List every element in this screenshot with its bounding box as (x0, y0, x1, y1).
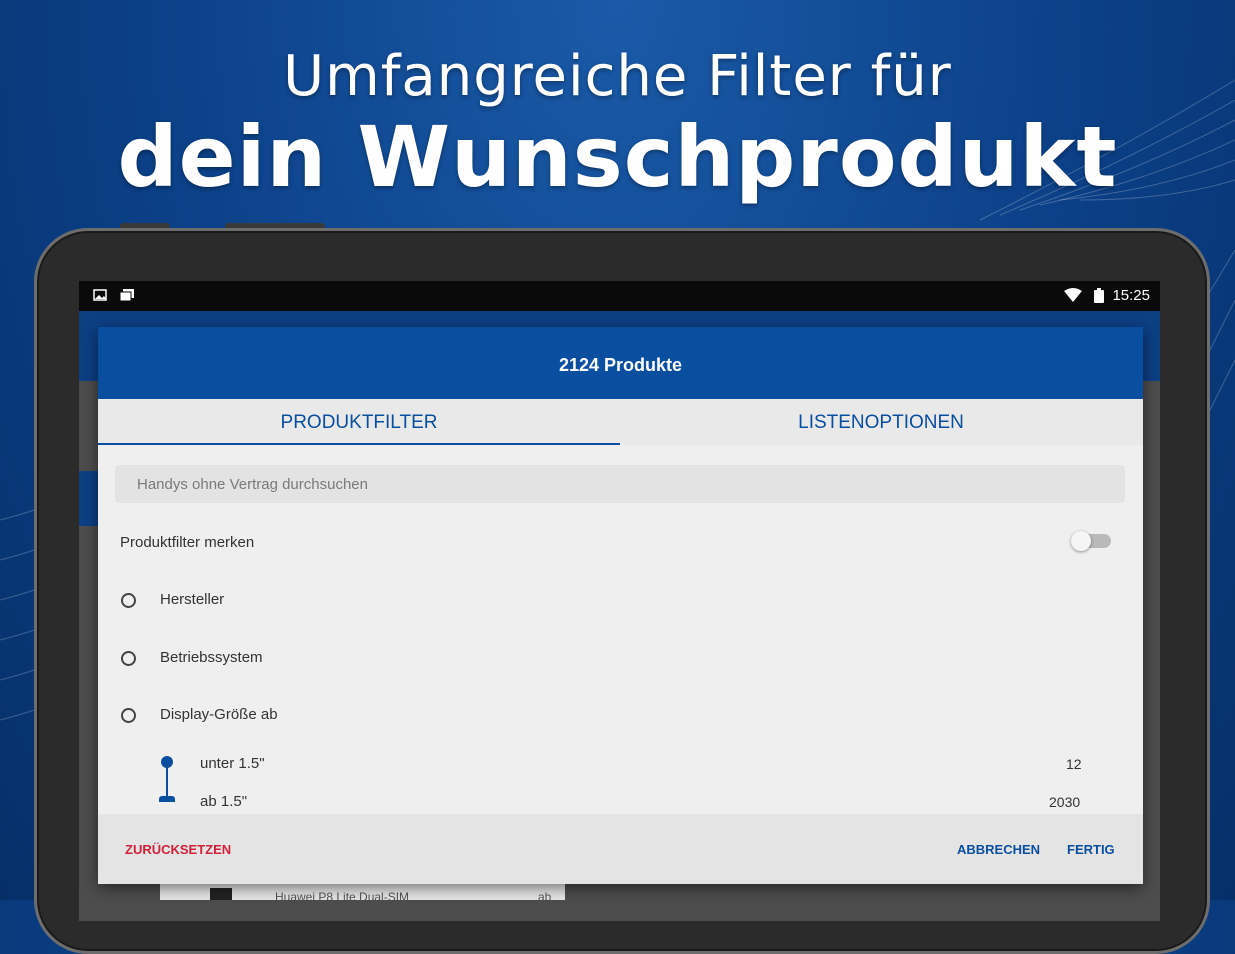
toggle-knob[interactable] (1071, 531, 1091, 551)
search-input[interactable]: Handys ohne Vertrag durchsuchen (115, 465, 1125, 503)
option-count: 2030 (1049, 794, 1081, 810)
cancel-button[interactable]: ABBRECHEN (957, 842, 1040, 857)
product-name: Huawei P8 Lite Dual-SIM (275, 890, 410, 900)
filter-display-groesse[interactable]: Display-Größe ab (160, 706, 278, 723)
status-bar: 15:25 (79, 281, 1160, 311)
active-tab-indicator (98, 443, 620, 445)
gallery-icon (119, 289, 134, 302)
headline-line-2: dein Wunschprodukt (117, 108, 1118, 206)
product-thumbnail (210, 888, 232, 900)
radio-hersteller[interactable] (121, 593, 136, 608)
dialog-title: 2124 Produkte (98, 327, 1143, 399)
radio-betriebssystem[interactable] (121, 651, 136, 666)
battery-icon (1094, 288, 1104, 303)
tab-produktfilter[interactable]: PRODUKTFILTER (98, 399, 620, 445)
background-strip (79, 471, 98, 526)
range-slider-track (166, 766, 168, 798)
headline-line-1: Umfangreiche Filter für (283, 44, 952, 109)
option-label[interactable]: ab 1.5" (200, 793, 247, 810)
done-button[interactable]: FERTIG (1067, 842, 1115, 857)
status-time: 15:25 (1112, 287, 1150, 304)
range-slider-handle[interactable] (159, 796, 175, 802)
remember-filter-label: Produktfilter merken (120, 534, 255, 551)
option-label[interactable]: unter 1.5" (200, 755, 265, 772)
search-placeholder: Handys ohne Vertrag durchsuchen (137, 476, 368, 493)
tab-bar: PRODUKTFILTER LISTENOPTIONEN (98, 399, 1143, 445)
price-prefix: ab (538, 890, 552, 900)
underlay-list-item: Huawei P8 Lite Dual-SIM ab (160, 884, 565, 900)
filter-dialog: 2124 Produkte PRODUKTFILTER LISTENOPTION… (98, 327, 1143, 884)
filter-betriebssystem[interactable]: Betriebssystem (160, 649, 263, 666)
wifi-icon (1064, 288, 1082, 302)
tab-listenoptionen[interactable]: LISTENOPTIONEN (620, 399, 1142, 445)
option-count: 12 (1066, 756, 1082, 772)
dialog-footer: ZURÜCKSETZEN ABBRECHEN FERTIG (98, 814, 1143, 884)
filter-hersteller[interactable]: Hersteller (160, 591, 224, 608)
reset-button[interactable]: ZURÜCKSETZEN (125, 842, 231, 857)
image-icon (93, 289, 107, 301)
radio-display-groesse[interactable] (121, 708, 136, 723)
